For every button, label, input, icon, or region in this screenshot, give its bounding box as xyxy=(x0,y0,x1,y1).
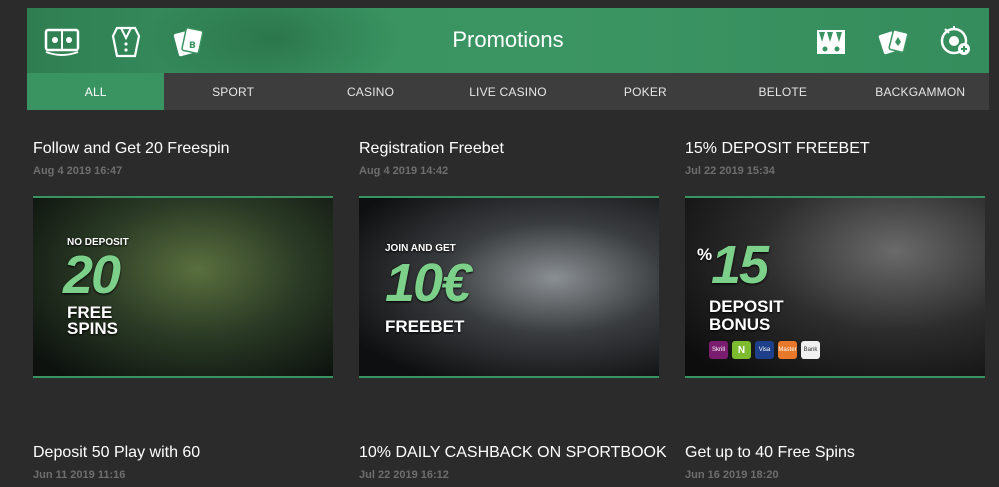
promotion-banner[interactable]: NO DEPOSIT 20 FREE SPINS xyxy=(33,196,333,378)
promotion-title[interactable]: Registration Freebet xyxy=(359,140,659,158)
banner-big-number: 15 xyxy=(711,235,769,295)
banner-line2: DEPOSIT xyxy=(709,297,784,316)
tab-casino[interactable]: CASINO xyxy=(302,73,439,110)
tab-live-casino[interactable]: LIVE CASINO xyxy=(439,73,576,110)
promotion-date: Jul 22 2019 16:12 xyxy=(359,469,449,481)
promotion-date: Jun 16 2019 18:20 xyxy=(685,469,779,481)
category-tabs: ALL SPORT CASINO LIVE CASINO POKER BELOT… xyxy=(27,73,989,110)
promotion-card[interactable]: 10% DAILY CASHBACK ON SPORTBOOK Jul 22 2… xyxy=(359,444,667,481)
promotion-date: Jul 22 2019 15:34 xyxy=(685,165,775,177)
promotion-banner[interactable]: JOIN AND GET 10€ FREEBET xyxy=(359,196,659,378)
promotion-card[interactable]: Registration Freebet Aug 4 2019 14:42 xyxy=(359,140,659,177)
promotion-title[interactable]: Deposit 50 Play with 60 xyxy=(33,444,333,462)
skrill-logo: Skrill xyxy=(709,341,728,359)
tab-poker[interactable]: POKER xyxy=(577,73,714,110)
banner-big-number: 10€ xyxy=(385,253,471,313)
poker-cards-icon[interactable] xyxy=(875,22,913,60)
promotion-date: Aug 4 2019 16:47 xyxy=(33,165,123,177)
promotion-date: Jun 11 2019 11:16 xyxy=(33,469,126,481)
tab-backgammon[interactable]: BACKGAMMON xyxy=(852,73,989,110)
banner-big-number: 20 xyxy=(63,245,121,305)
banner-line3: BONUS xyxy=(709,315,771,334)
promotion-title[interactable]: 10% DAILY CASHBACK ON SPORTBOOK xyxy=(359,444,667,462)
neteller-logo: N xyxy=(732,341,751,359)
payment-logos: Skrill N Visa Master Bank xyxy=(709,341,820,359)
promotion-card[interactable]: Deposit 50 Play with 60 Jun 11 2019 11:1… xyxy=(33,444,333,481)
tab-belote[interactable]: BELOTE xyxy=(714,73,851,110)
banner-line2: FREEBET xyxy=(385,317,465,336)
promotions-header: B Promotions xyxy=(27,8,989,73)
promotion-title[interactable]: 15% DEPOSIT FREEBET xyxy=(685,140,985,158)
promotion-title[interactable]: Follow and Get 20 Freespin xyxy=(33,140,333,158)
promotion-card[interactable]: Get up to 40 Free Spins Jun 16 2019 18:2… xyxy=(685,444,985,481)
backgammon-board-icon[interactable] xyxy=(812,22,850,60)
promotion-date: Aug 4 2019 14:42 xyxy=(359,165,449,177)
promotion-title[interactable]: Get up to 40 Free Spins xyxy=(685,444,985,462)
promotion-card[interactable]: 15% DEPOSIT FREEBET Jul 22 2019 15:34 xyxy=(685,140,985,177)
promotion-card[interactable]: Follow and Get 20 Freespin Aug 4 2019 16… xyxy=(33,140,333,177)
visa-logo: Visa xyxy=(755,341,774,359)
banner-line3: SPINS xyxy=(67,319,119,338)
mastercard-logo: Master xyxy=(778,341,797,359)
lottery-icon[interactable] xyxy=(937,22,975,60)
tab-all[interactable]: ALL xyxy=(27,73,165,110)
banner-line1: % xyxy=(697,245,713,264)
promotion-banner[interactable]: % 15 DEPOSIT BONUS Skrill N Visa Master … xyxy=(685,196,985,378)
tab-sport[interactable]: SPORT xyxy=(164,73,301,110)
bank-logo: Bank xyxy=(801,341,820,359)
